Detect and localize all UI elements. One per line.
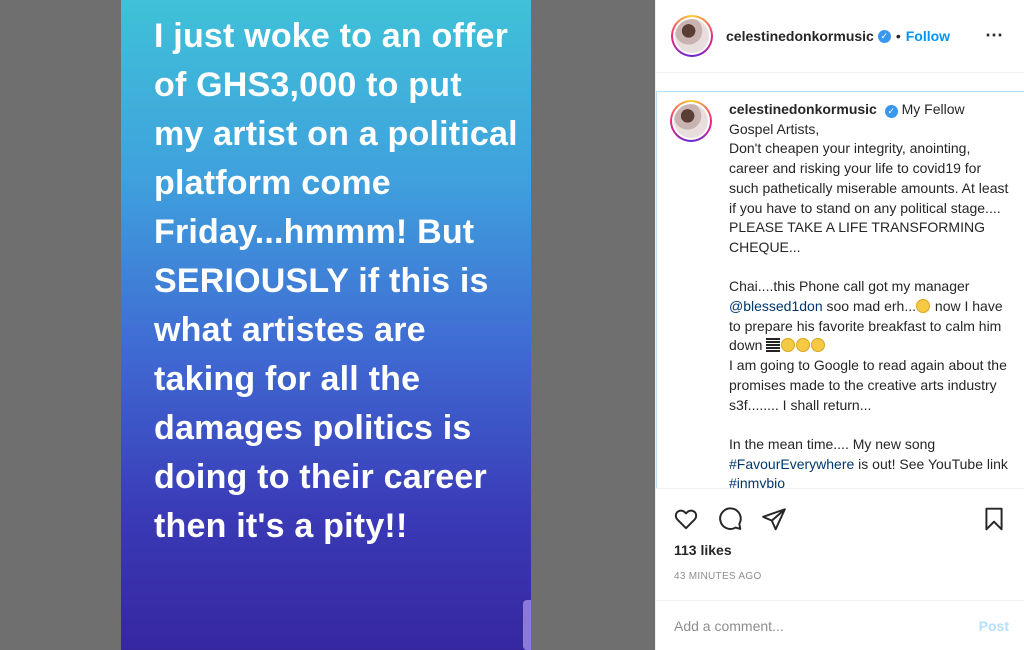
separator-dot: •	[895, 28, 901, 44]
post-side-panel: celestinedonkormusic ✓ • Follow ⋯ celest…	[655, 0, 1024, 650]
comment-input[interactable]	[674, 617, 979, 634]
caption-text-4: I am going to Google to read again about…	[729, 357, 1007, 452]
hashtag-link[interactable]: #FavourEverywhere	[729, 456, 854, 472]
heart-icon[interactable]	[673, 506, 699, 532]
annoyed-face-emoji-icon	[916, 299, 931, 314]
follow-button[interactable]: Follow	[906, 28, 950, 44]
caption-row: celestinedonkormusic ✓ My Fellow Gospel …	[657, 92, 1024, 488]
halo-smile-emoji-icon	[811, 338, 826, 353]
header-user: celestinedonkormusic ✓ • Follow	[726, 28, 950, 44]
bookmark-icon[interactable]	[981, 506, 1007, 532]
story-scroll-indicator	[523, 600, 531, 650]
post-image: I just woke to an offer of GHS3,000 to p…	[121, 0, 531, 650]
halo-smile-emoji-icon	[781, 338, 796, 353]
verified-badge-icon: ✓	[877, 29, 891, 43]
caption-area[interactable]: celestinedonkormusic ✓ My Fellow Gospel …	[656, 91, 1024, 488]
halo-smile-emoji-icon	[796, 338, 811, 353]
caption-avatar-photo	[674, 104, 708, 138]
comment-icon[interactable]	[717, 506, 743, 532]
share-icon[interactable]	[761, 506, 787, 532]
more-options-icon[interactable]: ⋯	[985, 26, 1004, 44]
caption-body: celestinedonkormusic ✓ My Fellow Gospel …	[729, 100, 1009, 488]
caption-text-1: My Fellow Gospel Artists, Don't cheapen …	[729, 101, 1009, 295]
avatar[interactable]	[671, 15, 713, 57]
avatar-photo	[675, 19, 709, 53]
story-text: I just woke to an offer of GHS3,000 to p…	[154, 17, 518, 545]
caption-text-5: is out! See YouTube link	[854, 455, 1012, 472]
header-username[interactable]: celestinedonkormusic	[726, 28, 874, 44]
hashtag-link-2[interactable]: #inmybio	[729, 475, 785, 488]
caption-text-2: soo mad erh...	[822, 298, 917, 315]
post-header: celestinedonkormusic ✓ • Follow ⋯	[656, 0, 1024, 73]
caption-avatar[interactable]	[670, 100, 712, 142]
post-timestamp[interactable]: 43 MINUTES AGO	[674, 571, 762, 582]
blocks-emoji-icon	[766, 338, 781, 353]
likes-count[interactable]: 113 likes	[674, 542, 732, 558]
caption-verified-badge-icon: ✓	[884, 105, 898, 118]
comment-box: Post	[656, 600, 1024, 650]
mention-link[interactable]: @blessed1don	[729, 298, 823, 314]
post-comment-button[interactable]: Post	[979, 618, 1009, 634]
caption-username[interactable]: celestinedonkormusic	[729, 101, 877, 117]
